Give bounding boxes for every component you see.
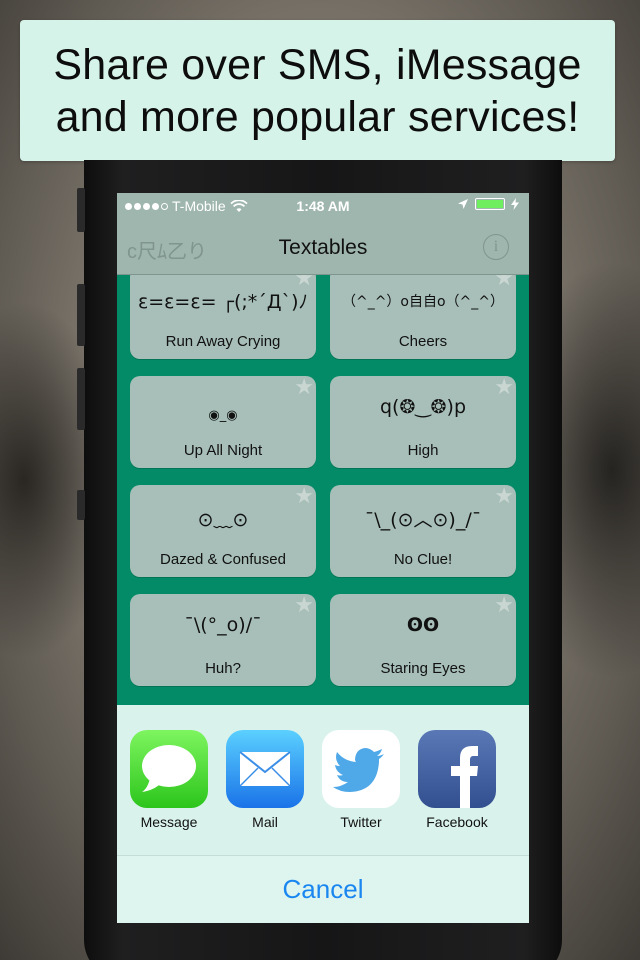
silent-switch — [77, 188, 85, 232]
card-cheers[interactable]: （^_^）o自自o（^_^） Cheers ★ — [330, 265, 516, 359]
share-mail-button[interactable]: Mail — [225, 730, 305, 830]
share-message-button[interactable]: Message — [129, 730, 209, 830]
volume-up-button — [77, 284, 85, 346]
promo-banner: Share over SMS, iMessage and more popula… — [20, 20, 615, 161]
message-bubble-icon — [130, 730, 208, 808]
promo-line-2: and more popular services! — [55, 92, 580, 141]
info-button[interactable]: i — [483, 234, 509, 260]
mail-envelope-icon — [226, 730, 304, 808]
card-staring-eyes[interactable]: ʘʘ Staring Eyes ★ — [330, 592, 516, 686]
charging-bolt-icon — [511, 198, 519, 210]
share-app-label: Twitter — [340, 814, 382, 830]
status-right-group — [457, 198, 519, 210]
card-label: Dazed & Confused — [160, 551, 286, 568]
favorite-star-icon[interactable]: ★ — [294, 374, 314, 400]
battery-charging-icon — [475, 198, 505, 210]
favorite-star-icon[interactable]: ★ — [294, 592, 314, 618]
card-up-all-night[interactable]: ◉_◉ Up All Night ★ — [130, 374, 316, 468]
card-label: High — [407, 442, 439, 459]
side-button — [77, 490, 85, 520]
card-label: Up All Night — [183, 442, 263, 459]
emoticon: ʘʘ — [406, 614, 440, 636]
twitter-bird-icon — [322, 730, 400, 808]
card-label: No Clue! — [393, 551, 453, 568]
share-app-label: Message — [140, 814, 198, 830]
share-sheet: Message Mail Twitter Facebook Cancel — [117, 705, 529, 923]
favorite-star-icon[interactable]: ★ — [494, 592, 514, 618]
cancel-button[interactable]: Cancel — [117, 856, 529, 923]
emoticon: ⊙﹏⊙ — [197, 509, 249, 531]
promo-line-1: Share over SMS, iMessage — [53, 40, 582, 89]
navigation-bar: T-Mobile 1:48 AM c尺ﾑ乙り Textables i — [117, 193, 529, 275]
emoticon: ¯\(°_o)/¯ — [184, 614, 262, 636]
status-bar: T-Mobile 1:48 AM — [117, 193, 529, 219]
favorite-star-icon[interactable]: ★ — [294, 483, 314, 509]
volume-down-button — [77, 368, 85, 430]
emoticon: ¯\_(⊙︿⊙)_/¯ — [364, 509, 482, 531]
favorite-star-icon[interactable]: ★ — [494, 374, 514, 400]
favorite-star-icon[interactable]: ★ — [494, 483, 514, 509]
card-dazed-confused[interactable]: ⊙﹏⊙ Dazed & Confused ★ — [130, 483, 316, 577]
card-no-clue[interactable]: ¯\_(⊙︿⊙)_/¯ No Clue! ★ — [330, 483, 516, 577]
card-label: Cheers — [398, 333, 448, 350]
emoticon: q(❂‿❂)p — [379, 396, 467, 418]
card-label: Huh? — [205, 660, 241, 677]
card-high[interactable]: q(❂‿❂)p High ★ — [330, 374, 516, 468]
card-label: Staring Eyes — [380, 660, 466, 677]
emoticon: （^_^）o自自o（^_^） — [341, 294, 505, 310]
facebook-f-icon — [418, 730, 496, 808]
promo-text: Share over SMS, iMessage and more popula… — [53, 39, 581, 143]
location-arrow-icon — [458, 199, 468, 209]
phone-screen: ε=ε=ε= ┌(;*´Д`)ﾉ Run Away Crying ★ （^_^）… — [117, 193, 529, 923]
share-app-label: Facebook — [426, 814, 488, 830]
emoticon: ◉_◉ — [208, 408, 238, 423]
share-twitter-button[interactable]: Twitter — [321, 730, 401, 830]
share-apps-row: Message Mail Twitter Facebook — [117, 705, 529, 855]
share-facebook-button[interactable]: Facebook — [417, 730, 497, 830]
page-title: Textables — [278, 236, 368, 259]
card-label: Run Away Crying — [165, 333, 281, 350]
card-huh[interactable]: ¯\(°_o)/¯ Huh? ★ — [130, 592, 316, 686]
share-app-label: Mail — [252, 814, 278, 830]
emoticon: ε=ε=ε= ┌(;*´Д`)ﾉ — [137, 291, 309, 313]
card-run-away-crying[interactable]: ε=ε=ε= ┌(;*´Д`)ﾉ Run Away Crying ★ — [130, 265, 316, 359]
